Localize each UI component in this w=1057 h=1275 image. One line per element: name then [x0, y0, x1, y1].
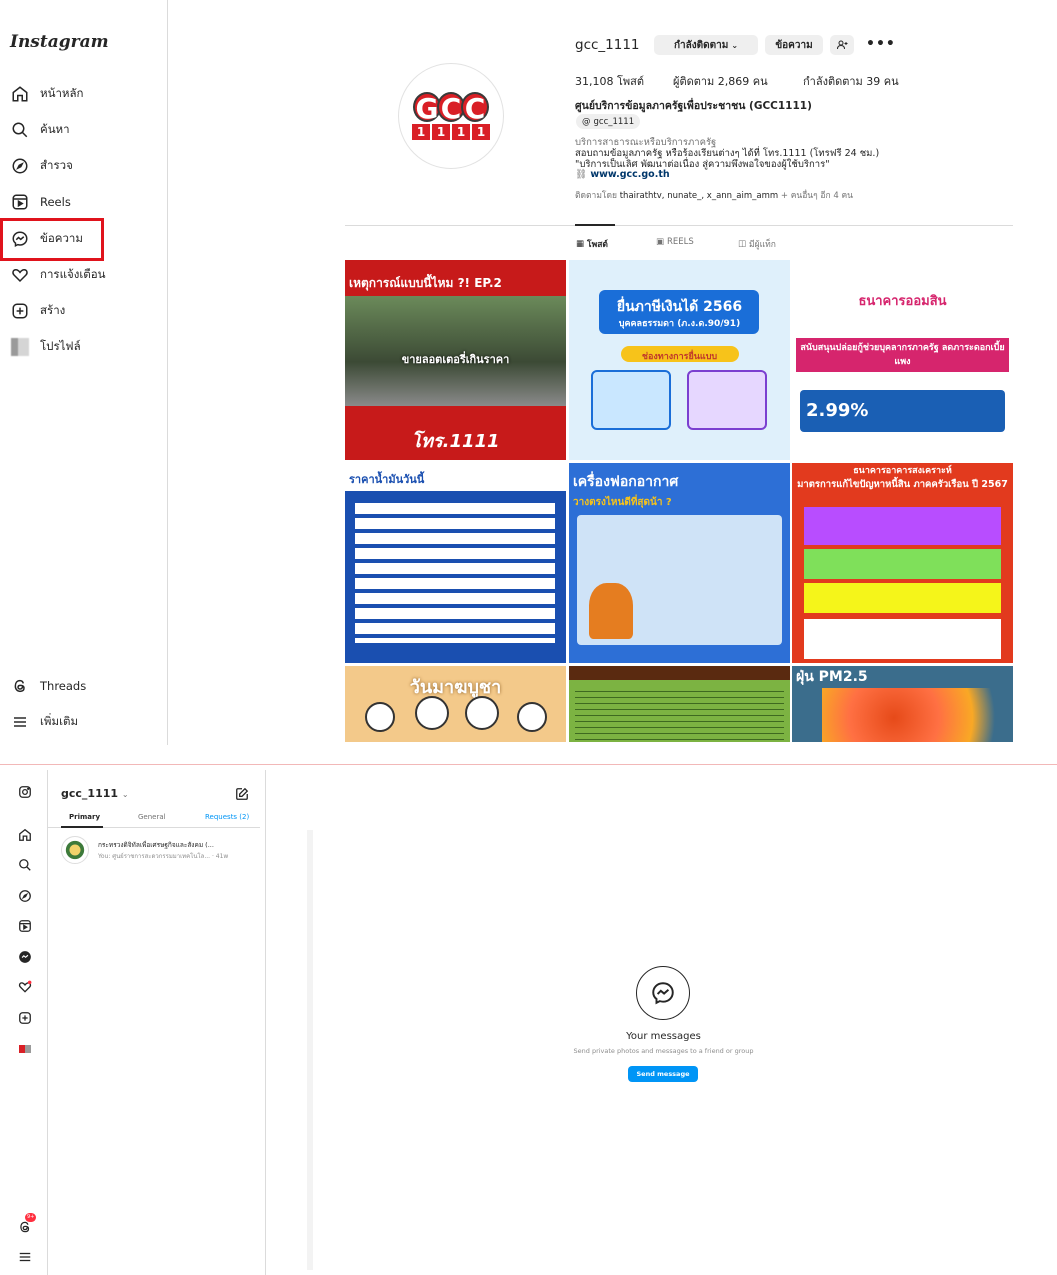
heart-icon [10, 265, 30, 285]
messages-screenshot: 9+ gcc_1111 ⌄ Primary General Requests (… [0, 770, 1057, 1275]
post-tile[interactable]: ยื่นภาษีเงินได้ 2566 บุคคลธรรมดา (ภ.ง.ด.… [569, 260, 790, 460]
followers-count[interactable]: ผู้ติดตาม 2,869 คน [673, 72, 768, 90]
send-message-button[interactable]: Send message [628, 1066, 698, 1082]
nav-search-label: ค้นหา [40, 122, 70, 136]
nav-threads-label: Threads [40, 679, 87, 693]
heart-icon[interactable] [17, 979, 33, 995]
profile-avatar-icon[interactable] [17, 1041, 33, 1057]
following-button[interactable]: กำลังติดตาม ⌄ [654, 35, 758, 55]
more-options-icon[interactable]: ••• [866, 36, 896, 52]
tab-general[interactable]: General [138, 813, 166, 821]
search-icon[interactable] [17, 857, 33, 873]
conversation-avatar [61, 836, 89, 864]
followed-by[interactable]: ติดตามโดย thairathtv, nunate_, x_ann_aim… [575, 188, 853, 202]
profile-avatar-icon [10, 337, 30, 357]
reels-icon [10, 192, 30, 212]
sidebar: Instagram หน้าหลัก ค้นหา สำรวจ Reels ข้อ… [0, 0, 168, 745]
messages-highlight-box [0, 218, 104, 261]
chevron-down-icon: ⌄ [121, 790, 129, 799]
home-icon [10, 84, 30, 104]
menu-icon [10, 712, 30, 732]
empty-conversation-pane: Your messages Send private photos and me… [266, 770, 1057, 1275]
nav-more[interactable]: เพิ่มเติม [10, 710, 78, 734]
tab-posts[interactable]: ▦ โพสต์ [576, 237, 608, 251]
notification-badge: 9+ [25, 1213, 37, 1222]
nav-notifications[interactable]: การแจ้งเตือน [10, 263, 106, 287]
nav-explore-label: สำรวจ [40, 158, 73, 172]
nav-reels-label: Reels [40, 195, 71, 209]
threads-icon [10, 676, 30, 696]
search-icon [10, 120, 30, 140]
conversation-preview: You: ศูนย์ราชการสะดวกรรมมาเทคโนโล... · 4… [98, 853, 229, 860]
threads-icon[interactable]: 9+ [17, 1213, 37, 1235]
add-person-button[interactable] [830, 35, 854, 55]
create-icon [10, 301, 30, 321]
profile-picture[interactable]: GCC 1111 [398, 63, 504, 169]
grid-icon: ▦ [576, 239, 585, 249]
nav-threads[interactable]: Threads [10, 674, 86, 698]
explore-icon[interactable] [17, 888, 33, 904]
post-tile[interactable]: เครื่องฟอกอากาศ วางตรงไหนดีที่สุดน้า ? [569, 463, 790, 663]
link-icon: ⛓ [575, 169, 588, 180]
nav-create[interactable]: สร้าง [10, 299, 65, 323]
reels-icon[interactable] [17, 918, 33, 934]
icon-rail: 9+ [0, 770, 48, 1275]
tab-primary[interactable]: Primary [69, 813, 100, 821]
post-tile[interactable]: ธนาคารออมสิน สนับสนุนปล่อยกู้ช่วยบุคลากร… [792, 260, 1013, 460]
conversation-name: กระทรวงดิจิทัลเพื่อเศรษฐกิจและสังคม (... [98, 841, 214, 849]
nav-notifications-label: การแจ้งเตือน [40, 267, 106, 281]
nav-profile[interactable]: โปรไฟล์ [10, 335, 81, 359]
tab-tagged[interactable]: ◫ มีผู้แท็ก [738, 237, 776, 251]
post-tile[interactable]: ราคาน้ำมันวันนี้ [345, 463, 566, 663]
post-tile[interactable] [569, 666, 790, 742]
nav-explore[interactable]: สำรวจ [10, 154, 73, 178]
create-icon[interactable] [17, 1010, 33, 1026]
profile-screenshot: Instagram หน้าหลัก ค้นหา สำรวจ Reels ข้อ… [0, 0, 1057, 745]
nav-home[interactable]: หน้าหลัก [10, 82, 84, 106]
reels-icon: ▣ [656, 237, 665, 247]
nav-search[interactable]: ค้นหา [10, 118, 70, 142]
empty-title: Your messages [626, 1031, 701, 1042]
nav-reels[interactable]: Reels [10, 190, 71, 214]
home-icon[interactable] [17, 827, 33, 843]
menu-icon[interactable] [17, 1249, 33, 1265]
empty-subtitle: Send private photos and messages to a fr… [573, 1047, 754, 1055]
tab-reels[interactable]: ▣ REELS [656, 237, 694, 247]
inbox-account-switcher[interactable]: gcc_1111 ⌄ [61, 787, 129, 800]
nav-profile-label: โปรไฟล์ [40, 339, 81, 353]
messenger-icon [636, 966, 690, 1020]
threads-handle-badge[interactable]: @ gcc_1111 [576, 114, 641, 129]
nav-more-label: เพิ่มเติม [40, 714, 79, 728]
profile-username: gcc_1111 [575, 37, 640, 53]
inbox-panel: gcc_1111 ⌄ Primary General Requests (2) … [48, 770, 313, 1275]
posts-count: 31,108 โพสต์ [575, 75, 645, 88]
following-count[interactable]: กำลังติดตาม 39 คน [803, 72, 899, 90]
tab-requests[interactable]: Requests (2) [205, 813, 249, 821]
tabs-divider [345, 225, 1013, 226]
post-tile[interactable]: วันมาฆบูชา [345, 666, 566, 742]
profile-full-name: ศูนย์บริการข้อมูลภาครัฐเพื่อประชาชน (GCC… [575, 100, 812, 112]
website-link[interactable]: ⛓ www.gcc.go.th [575, 169, 670, 180]
post-tile[interactable]: ธนาคารอาคารสงเคราะห์ มาตรการแก้ไขปัญหาหน… [792, 463, 1013, 663]
chevron-down-icon: ⌄ [731, 40, 739, 50]
add-person-icon [837, 40, 848, 50]
tagged-icon: ◫ [738, 239, 747, 249]
gcc-logo: GCC [413, 92, 489, 124]
nav-create-label: สร้าง [40, 303, 66, 317]
post-tile[interactable]: ฝุ่น PM2.5 [792, 666, 1013, 742]
post-tile[interactable]: เหตุการณ์แบบนี้ไหม ?! EP.2 ขายลอตเตอรี่เ… [345, 260, 566, 460]
messenger-icon[interactable] [17, 949, 33, 965]
new-message-icon[interactable] [235, 786, 249, 805]
message-button[interactable]: ข้อความ [765, 35, 823, 55]
instagram-logo[interactable]: Instagram [10, 32, 109, 52]
nav-home-label: หน้าหลัก [40, 86, 84, 100]
explore-icon [10, 156, 30, 176]
posts-grid: เหตุการณ์แบบนี้ไหม ?! EP.2 ขายลอตเตอรี่เ… [345, 260, 1013, 742]
conversation-item[interactable]: กระทรวงดิจิทัลเพื่อเศรษฐกิจและสังคม (...… [61, 836, 261, 866]
threads-icon: @ [582, 116, 591, 127]
instagram-glyph-icon[interactable] [17, 784, 33, 800]
